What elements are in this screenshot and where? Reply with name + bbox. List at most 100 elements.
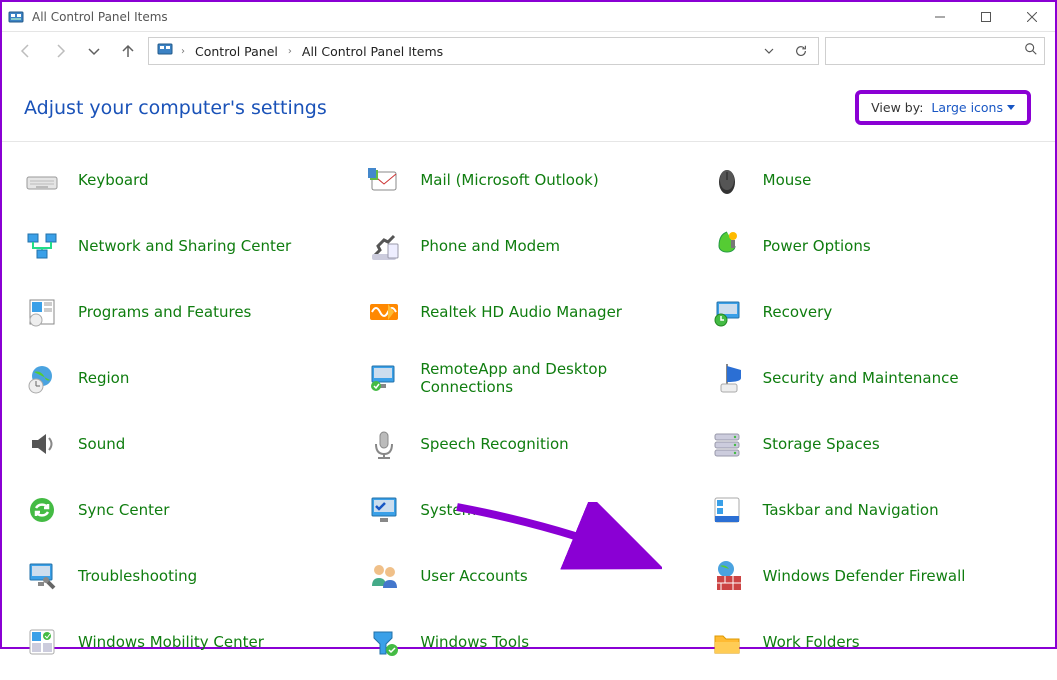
items-grid: Keyboard Mail (Microsoft Outlook) Mouse … [2, 142, 1055, 680]
control-panel-icon [8, 9, 24, 25]
chevron-right-icon[interactable]: › [284, 46, 296, 57]
control-panel-item[interactable]: Power Options [705, 222, 1037, 270]
mobility-icon [20, 620, 64, 664]
search-box[interactable] [825, 37, 1045, 65]
item-label: Mail (Microsoft Outlook) [420, 171, 598, 189]
control-panel-item[interactable]: Taskbar and Navigation [705, 486, 1037, 534]
item-label: Windows Mobility Center [78, 633, 264, 651]
control-panel-item[interactable]: Realtek HD Audio Manager [362, 288, 694, 336]
remoteapp-icon [362, 356, 406, 400]
item-label: Recovery [763, 303, 833, 321]
maximize-button[interactable] [963, 2, 1009, 32]
item-label: Windows Defender Firewall [763, 567, 966, 585]
search-input[interactable] [826, 44, 1024, 58]
view-by-value[interactable]: Large icons [931, 100, 1015, 115]
item-label: Keyboard [78, 171, 149, 189]
address-dropdown-button[interactable] [758, 45, 780, 57]
item-label: Power Options [763, 237, 871, 255]
programs-icon [20, 290, 64, 334]
chevron-right-icon[interactable]: › [177, 46, 189, 57]
troubleshoot-icon [20, 554, 64, 598]
control-panel-item[interactable]: RemoteApp and Desktop Connections [362, 354, 694, 402]
recent-locations-button[interactable] [80, 37, 108, 65]
close-button[interactable] [1009, 2, 1055, 32]
users-icon [362, 554, 406, 598]
minimize-button[interactable] [917, 2, 963, 32]
workfolders-icon [705, 620, 749, 664]
up-button[interactable] [114, 37, 142, 65]
forward-button[interactable] [46, 37, 74, 65]
storage-icon [705, 422, 749, 466]
item-label: Sync Center [78, 501, 169, 519]
item-label: Taskbar and Navigation [763, 501, 939, 519]
speech-icon [362, 422, 406, 466]
item-label: RemoteApp and Desktop Connections [420, 360, 640, 396]
page-title: Adjust your computer's settings [24, 97, 327, 119]
control-panel-item[interactable]: Sync Center [20, 486, 352, 534]
item-label: Region [78, 369, 129, 387]
back-button[interactable] [12, 37, 40, 65]
navigation-bar: › Control Panel › All Control Panel Item… [2, 32, 1055, 70]
recovery-icon [705, 290, 749, 334]
control-panel-item[interactable]: Sound [20, 420, 352, 468]
keyboard-icon [20, 158, 64, 202]
item-label: System [420, 501, 476, 519]
control-panel-item[interactable]: System [362, 486, 694, 534]
control-panel-item[interactable]: Network and Sharing Center [20, 222, 352, 270]
control-panel-item[interactable]: Work Folders [705, 618, 1037, 666]
taskbar-icon [705, 488, 749, 532]
item-label: Sound [78, 435, 125, 453]
system-icon [362, 488, 406, 532]
header-row: Adjust your computer's settings View by:… [2, 70, 1055, 142]
window-title: All Control Panel Items [32, 10, 168, 24]
control-panel-icon [157, 41, 173, 61]
item-label: Network and Sharing Center [78, 237, 291, 255]
titlebar: All Control Panel Items [2, 2, 1055, 32]
item-label: Realtek HD Audio Manager [420, 303, 622, 321]
power-icon [705, 224, 749, 268]
mouse-icon [705, 158, 749, 202]
control-panel-item[interactable]: Programs and Features [20, 288, 352, 336]
search-icon[interactable] [1024, 42, 1038, 60]
item-label: Troubleshooting [78, 567, 197, 585]
item-label: Programs and Features [78, 303, 251, 321]
control-panel-item[interactable]: Windows Tools [362, 618, 694, 666]
audio-icon [362, 290, 406, 334]
sync-icon [20, 488, 64, 532]
control-panel-item[interactable]: Region [20, 354, 352, 402]
region-icon [20, 356, 64, 400]
item-label: User Accounts [420, 567, 527, 585]
control-panel-item[interactable]: Security and Maintenance [705, 354, 1037, 402]
control-panel-item[interactable]: Phone and Modem [362, 222, 694, 270]
item-label: Windows Tools [420, 633, 529, 651]
control-panel-item[interactable]: Recovery [705, 288, 1037, 336]
view-by-control[interactable]: View by: Large icons [855, 90, 1031, 125]
item-label: Storage Spaces [763, 435, 880, 453]
address-bar[interactable]: › Control Panel › All Control Panel Item… [148, 37, 819, 65]
control-panel-item[interactable]: Storage Spaces [705, 420, 1037, 468]
item-label: Security and Maintenance [763, 369, 959, 387]
security-icon [705, 356, 749, 400]
control-panel-item[interactable]: User Accounts [362, 552, 694, 600]
item-label: Phone and Modem [420, 237, 560, 255]
sound-icon [20, 422, 64, 466]
breadcrumb-root[interactable]: Control Panel [193, 40, 280, 63]
control-panel-item[interactable]: Windows Mobility Center [20, 618, 352, 666]
view-by-label: View by: [871, 100, 923, 115]
control-panel-item[interactable]: Keyboard [20, 156, 352, 204]
item-label: Speech Recognition [420, 435, 568, 453]
refresh-button[interactable] [790, 44, 812, 58]
control-panel-item[interactable]: Mail (Microsoft Outlook) [362, 156, 694, 204]
control-panel-item[interactable]: Troubleshooting [20, 552, 352, 600]
phone-icon [362, 224, 406, 268]
view-by-value-text: Large icons [931, 100, 1003, 115]
firewall-icon [705, 554, 749, 598]
caret-down-icon [1007, 105, 1015, 110]
control-panel-item[interactable]: Speech Recognition [362, 420, 694, 468]
tools-icon [362, 620, 406, 664]
breadcrumb-current[interactable]: All Control Panel Items [300, 40, 445, 63]
mail-icon [362, 158, 406, 202]
control-panel-item[interactable]: Mouse [705, 156, 1037, 204]
control-panel-item[interactable]: Windows Defender Firewall [705, 552, 1037, 600]
item-label: Mouse [763, 171, 812, 189]
